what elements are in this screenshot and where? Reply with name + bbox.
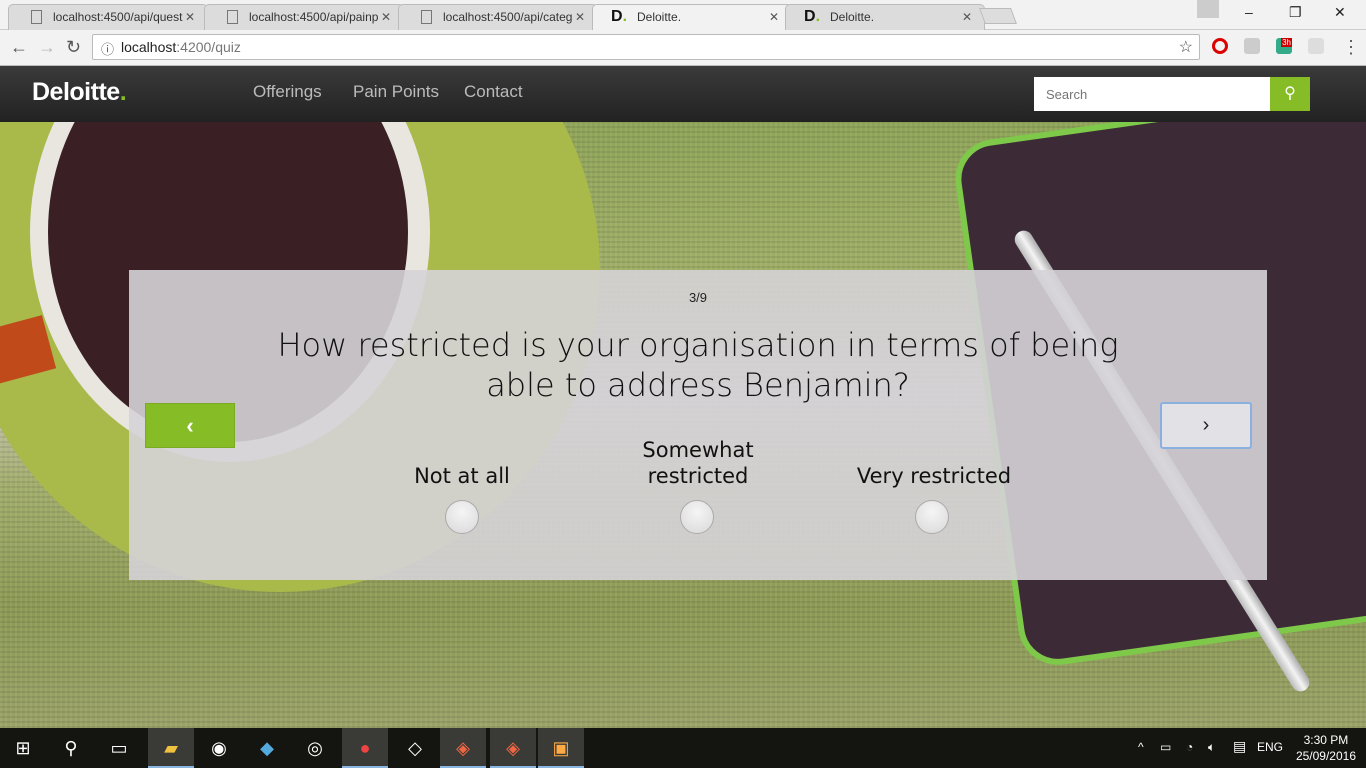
browser-tab-active[interactable]: D. Deloitte. ✕ xyxy=(592,4,792,30)
nav-link-contact[interactable]: Contact xyxy=(464,82,523,102)
clock[interactable]: 3:30 PM 25/09/2016 xyxy=(1296,732,1356,764)
windows-taskbar: ⊞ ⚲ ▭ ▰ ◉ ◆ ◎ ● ◇ ◈ ◈ ▣ ^ ▭ ◔ 🔈︎ ▤ ENG 3… xyxy=(0,728,1366,768)
deloitte-favicon: D. xyxy=(804,8,821,25)
option-label: Not at all xyxy=(414,464,510,488)
page-icon xyxy=(421,10,432,24)
bookmark-star-icon[interactable]: ☆ xyxy=(1179,37,1193,57)
browser-tab[interactable]: localhost:4500/api/painp ✕ xyxy=(204,4,404,30)
sublime-text-icon[interactable]: ▣ xyxy=(538,728,584,768)
search-icon: ⚲ xyxy=(1284,85,1296,102)
nav-link-offerings[interactable]: Offerings xyxy=(253,82,322,102)
page-icon xyxy=(227,10,238,24)
close-tab-icon[interactable]: ✕ xyxy=(381,10,391,24)
extension-icon[interactable] xyxy=(1244,38,1260,54)
browser-tab-strip: localhost:4500/api/quest ✕ localhost:4500… xyxy=(0,0,1366,30)
search-input[interactable] xyxy=(1034,77,1271,111)
start-icon[interactable]: ⊞ xyxy=(0,728,46,768)
url-input[interactable]: ⓘ localhost:4200/quiz ☆ xyxy=(92,34,1200,60)
visual-studio-icon[interactable]: ◆ xyxy=(244,728,290,768)
extension-icon[interactable]: 3h xyxy=(1276,38,1292,54)
restore-icon[interactable]: ❐ xyxy=(1289,4,1302,21)
minimize-icon[interactable]: – xyxy=(1245,4,1253,20)
steam-icon[interactable]: ◎ xyxy=(292,728,338,768)
page-icon xyxy=(31,10,42,24)
extension-icon[interactable] xyxy=(1308,38,1324,54)
info-icon: ⓘ xyxy=(101,42,115,57)
close-tab-icon[interactable]: ✕ xyxy=(962,10,972,24)
deloitte-favicon: D. xyxy=(611,8,628,25)
opera-extension-icon[interactable] xyxy=(1212,38,1228,54)
question-progress: 3/9 xyxy=(688,290,708,305)
task-view-icon[interactable]: ▭ xyxy=(96,728,142,768)
quiz-panel: 3/9 How restricted is your organisation … xyxy=(129,270,1267,580)
option-radio-very-restricted[interactable] xyxy=(915,500,949,534)
git-icon[interactable]: ◈ xyxy=(490,728,536,768)
notifications-icon[interactable]: ▤ xyxy=(1233,738,1246,755)
chrome-icon[interactable]: ● xyxy=(342,728,388,768)
option-radio-somewhat-restricted[interactable] xyxy=(680,500,714,534)
file-explorer-icon[interactable]: ▰ xyxy=(148,728,194,768)
deloitte-logo[interactable]: Deloitte. xyxy=(32,78,127,107)
previous-question-button[interactable]: ‹ xyxy=(145,403,235,448)
chevron-left-icon: ‹ xyxy=(186,412,194,438)
site-navbar: Deloitte. Offerings Pain Points Contact … xyxy=(0,66,1366,122)
show-hidden-icons[interactable]: ^ xyxy=(1138,740,1144,754)
close-tab-icon[interactable]: ✕ xyxy=(185,10,195,24)
wifi-icon[interactable]: ◔ xyxy=(1186,740,1193,754)
language-indicator[interactable]: ENG xyxy=(1257,740,1283,754)
close-window-icon[interactable]: ✕ xyxy=(1334,4,1346,21)
close-tab-icon[interactable]: ✕ xyxy=(769,10,779,24)
option-radio-not-at-all[interactable] xyxy=(445,500,479,534)
new-tab-button[interactable] xyxy=(979,8,1017,24)
battery-icon[interactable]: ▭ xyxy=(1160,740,1171,754)
search-button[interactable]: ⚲ xyxy=(1270,77,1310,111)
close-tab-icon[interactable]: ✕ xyxy=(575,10,585,24)
address-bar-row: ← → ↻ ⓘ localhost:4200/quiz ☆ 3h ⋮ xyxy=(0,30,1366,66)
question-text: How restricted is your organisation in t… xyxy=(277,326,1119,404)
next-question-button[interactable]: › xyxy=(1160,402,1252,449)
git-icon[interactable]: ◈ xyxy=(440,728,486,768)
volume-icon[interactable]: 🔈︎ xyxy=(1208,740,1215,755)
browser-tab[interactable]: localhost:4500/api/quest ✕ xyxy=(8,4,208,30)
search-icon[interactable]: ⚲ xyxy=(48,728,94,768)
option-label: Somewhat restricted xyxy=(642,438,754,488)
browser-tab[interactable]: localhost:4500/api/categ ✕ xyxy=(398,4,598,30)
reload-icon[interactable]: ↻ xyxy=(66,37,81,58)
app-icon[interactable]: ◉ xyxy=(196,728,242,768)
browser-tab[interactable]: D. Deloitte. ✕ xyxy=(785,4,985,30)
profile-icon[interactable] xyxy=(1197,0,1219,18)
nav-link-pain-points[interactable]: Pain Points xyxy=(353,82,439,102)
forward-icon[interactable]: → xyxy=(38,37,56,58)
chevron-right-icon: › xyxy=(1202,414,1210,436)
unity-icon[interactable]: ◇ xyxy=(392,728,438,768)
option-label: Very restricted xyxy=(856,464,1012,488)
menu-icon[interactable]: ⋮ xyxy=(1342,37,1360,58)
back-icon[interactable]: ← xyxy=(10,37,28,58)
